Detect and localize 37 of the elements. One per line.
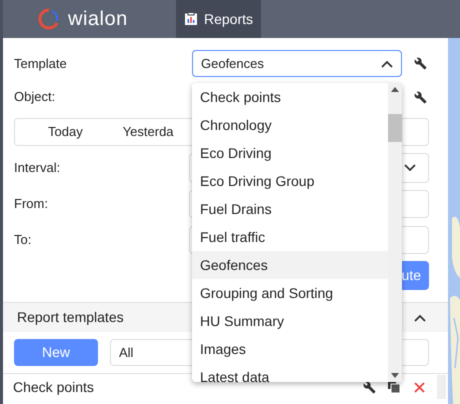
- report-icon: [184, 12, 198, 26]
- collapse-icon: [414, 314, 426, 322]
- chevron-icon: [404, 164, 416, 172]
- dropdown-item[interactable]: Eco Driving: [192, 139, 388, 167]
- dropdown-item[interactable]: Latest data: [192, 363, 388, 391]
- template-select[interactable]: Geofences: [192, 50, 402, 77]
- dropdown-scrollbar[interactable]: [388, 83, 402, 382]
- scrollbar[interactable]: [437, 375, 446, 399]
- interval-label: Interval:: [14, 159, 60, 178]
- to-label: To:: [14, 231, 32, 250]
- wrench-icon[interactable]: [414, 57, 427, 70]
- scroll-down-icon[interactable]: [391, 373, 399, 378]
- dropdown-item[interactable]: Chronology: [192, 111, 388, 139]
- scroll-up-icon[interactable]: [391, 87, 399, 92]
- wrench-icon[interactable]: [414, 90, 427, 104]
- template-label: Template: [14, 54, 68, 73]
- dropdown-item[interactable]: Grouping and Sorting: [192, 279, 388, 307]
- dropdown-item[interactable]: Check points: [192, 83, 388, 111]
- period-tab[interactable]: Yesterda: [122, 122, 174, 142]
- nav-tab[interactable]: Reports: [176, 0, 262, 38]
- dropdown-item[interactable]: HU Summary: [192, 307, 388, 335]
- from-label: From:: [14, 195, 48, 214]
- copy-icon[interactable]: [388, 381, 400, 393]
- dropdown-item[interactable]: Fuel Drains: [192, 195, 388, 223]
- period-tab[interactable]: Today: [48, 122, 83, 142]
- dropdown-item[interactable]: Images: [192, 335, 388, 363]
- dropdown-item[interactable]: Fuel traffic: [192, 223, 388, 251]
- chevron-icon: [381, 60, 393, 68]
- logo-icon: [38, 8, 60, 30]
- dropdown-item[interactable]: Eco Driving Group: [192, 167, 388, 195]
- delete-icon[interactable]: [414, 382, 425, 392]
- wrench-icon[interactable]: [363, 380, 376, 394]
- dropdown-item[interactable]: Geofences: [192, 251, 388, 279]
- section-title: Report templates: [17, 308, 124, 327]
- logo-text: wialon: [68, 7, 128, 32]
- object-label: Object:: [14, 88, 56, 106]
- scroll-thumb[interactable]: [388, 114, 402, 142]
